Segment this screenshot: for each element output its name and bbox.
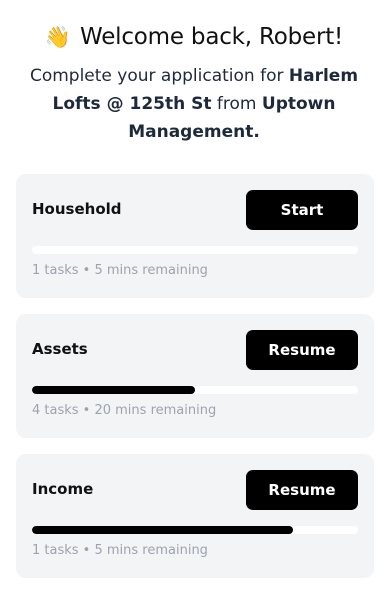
section-meta: 1 tasks • 5 mins remaining: [32, 263, 208, 278]
section-title: Household: [32, 200, 122, 218]
section-meta: 4 tasks • 20 mins remaining: [32, 403, 217, 418]
progress-fill: [32, 386, 195, 394]
subtitle-mid: from: [211, 94, 262, 114]
progress-fill: [32, 526, 293, 534]
progress-bar: [32, 386, 358, 394]
section-title: Assets: [32, 340, 88, 358]
progress-bar: [32, 246, 358, 254]
subtitle-prefix: Complete your application for: [29, 66, 289, 86]
resume-button[interactable]: Resume: [246, 470, 358, 510]
section-title: Income: [32, 480, 94, 498]
welcome-text: Welcome back, Robert!: [80, 24, 344, 50]
section-meta: 1 tasks • 5 mins remaining: [32, 543, 208, 558]
welcome-header: 👋 Welcome back, Robert! Complete your ap…: [0, 24, 388, 146]
section-card-income: Income Resume 1 tasks • 5 mins remaining: [16, 454, 374, 578]
section-card-household: Household Start 1 tasks • 5 mins remaini…: [16, 174, 374, 298]
page-title: 👋 Welcome back, Robert!: [0, 24, 388, 50]
progress-bar: [32, 526, 358, 534]
waving-hand-icon: 👋: [44, 25, 71, 49]
start-button[interactable]: Start: [246, 190, 358, 230]
section-card-assets: Assets Resume 4 tasks • 20 mins remainin…: [16, 314, 374, 438]
application-subtitle: Complete your application for Harlem Lof…: [19, 62, 369, 146]
resume-button[interactable]: Resume: [246, 330, 358, 370]
